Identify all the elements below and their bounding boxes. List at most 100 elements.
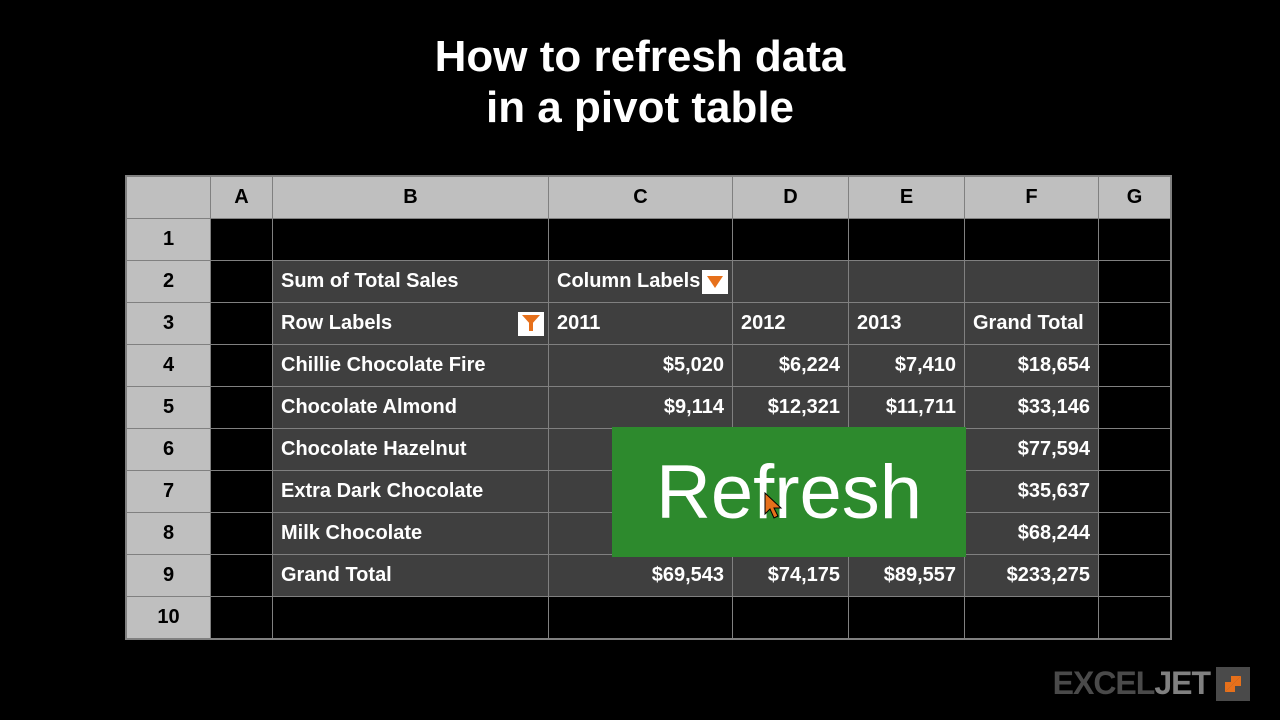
value-cell[interactable]: $9,114 (549, 387, 733, 429)
row-total-cell[interactable]: $33,146 (965, 387, 1099, 429)
cell[interactable] (733, 219, 849, 261)
product-name[interactable]: Chillie Chocolate Fire (273, 345, 549, 387)
row-4: 4 Chillie Chocolate Fire $5,020 $6,224 $… (127, 345, 1171, 387)
cell[interactable] (733, 261, 849, 303)
exceljet-logo: EXCELJET (1053, 665, 1250, 702)
sum-of-total-sales-label[interactable]: Sum of Total Sales (273, 261, 549, 303)
cell[interactable] (211, 555, 273, 597)
value-cell[interactable]: $6,224 (733, 345, 849, 387)
cell[interactable] (1099, 513, 1171, 555)
product-name[interactable]: Chocolate Hazelnut (273, 429, 549, 471)
product-name[interactable]: Chocolate Almond (273, 387, 549, 429)
col-header-D[interactable]: D (733, 177, 849, 219)
row-header-3[interactable]: 3 (127, 303, 211, 345)
cell[interactable] (849, 597, 965, 639)
cell[interactable] (965, 219, 1099, 261)
grand-total-y2[interactable]: $74,175 (733, 555, 849, 597)
row-2: 2 Sum of Total Sales Column Labels (127, 261, 1171, 303)
cell[interactable] (211, 597, 273, 639)
row-header-10[interactable]: 10 (127, 597, 211, 639)
cell[interactable] (1099, 471, 1171, 513)
column-labels-text: Column Labels (557, 270, 700, 292)
row-header-5[interactable]: 5 (127, 387, 211, 429)
column-filter-button[interactable] (702, 270, 728, 294)
product-name[interactable]: Extra Dark Chocolate (273, 471, 549, 513)
refresh-label: Refresh (656, 449, 922, 536)
row-1: 1 (127, 219, 1171, 261)
logo-arrow-icon (1216, 667, 1250, 701)
grand-total-y3[interactable]: $89,557 (849, 555, 965, 597)
year-2013-header[interactable]: 2013 (849, 303, 965, 345)
value-cell[interactable]: $7,410 (849, 345, 965, 387)
refresh-overlay-button[interactable]: Refresh (612, 427, 966, 557)
col-header-E[interactable]: E (849, 177, 965, 219)
row-total-cell[interactable]: $68,244 (965, 513, 1099, 555)
row-header-2[interactable]: 2 (127, 261, 211, 303)
logo-part1: EXCEL (1053, 665, 1155, 701)
cell[interactable] (211, 471, 273, 513)
cell[interactable] (211, 261, 273, 303)
row-total-cell[interactable]: $35,637 (965, 471, 1099, 513)
cell[interactable] (211, 345, 273, 387)
grand-total-row-label[interactable]: Grand Total (273, 555, 549, 597)
cell[interactable] (1099, 429, 1171, 471)
column-labels-cell[interactable]: Column Labels (549, 261, 733, 303)
cell[interactable] (549, 219, 733, 261)
col-header-G[interactable]: G (1099, 177, 1171, 219)
row-header-8[interactable]: 8 (127, 513, 211, 555)
cell[interactable] (273, 597, 549, 639)
value-cell[interactable]: $11,711 (849, 387, 965, 429)
col-header-A[interactable]: A (211, 177, 273, 219)
row-header-4[interactable]: 4 (127, 345, 211, 387)
value-cell[interactable]: $5,020 (549, 345, 733, 387)
row-total-cell[interactable]: $77,594 (965, 429, 1099, 471)
grand-total-total[interactable]: $233,275 (965, 555, 1099, 597)
cell[interactable] (1099, 597, 1171, 639)
row-filter-button[interactable] (518, 312, 544, 336)
cell[interactable] (549, 597, 733, 639)
row-total-cell[interactable]: $18,654 (965, 345, 1099, 387)
row-header-6[interactable]: 6 (127, 429, 211, 471)
cell[interactable] (1099, 261, 1171, 303)
cell[interactable] (211, 387, 273, 429)
value-cell[interactable]: $12,321 (733, 387, 849, 429)
col-header-C[interactable]: C (549, 177, 733, 219)
cell[interactable] (1099, 345, 1171, 387)
row-labels-text: Row Labels (281, 312, 392, 334)
cell[interactable] (1099, 219, 1171, 261)
year-2012-header[interactable]: 2012 (733, 303, 849, 345)
select-all-corner[interactable] (127, 177, 211, 219)
cell[interactable] (1099, 303, 1171, 345)
row-header-7[interactable]: 7 (127, 471, 211, 513)
page-title: How to refresh data in a pivot table (0, 0, 1280, 133)
row-header-9[interactable]: 9 (127, 555, 211, 597)
grand-total-y1[interactable]: $69,543 (549, 555, 733, 597)
cell[interactable] (211, 429, 273, 471)
chevron-down-icon (707, 276, 723, 288)
cell[interactable] (965, 261, 1099, 303)
cell[interactable] (211, 513, 273, 555)
cell[interactable] (965, 597, 1099, 639)
filter-icon (522, 315, 540, 333)
cell[interactable] (849, 219, 965, 261)
cell[interactable] (211, 219, 273, 261)
year-2011-header[interactable]: 2011 (549, 303, 733, 345)
col-header-B[interactable]: B (273, 177, 549, 219)
logo-part2: JET (1154, 665, 1210, 701)
cell[interactable] (211, 303, 273, 345)
cell[interactable] (849, 261, 965, 303)
product-name[interactable]: Milk Chocolate (273, 513, 549, 555)
row-9: 9 Grand Total $69,543 $74,175 $89,557 $2… (127, 555, 1171, 597)
cell[interactable] (273, 219, 549, 261)
row-3: 3 Row Labels 2011 2012 2013 Grand Total (127, 303, 1171, 345)
spreadsheet-grid[interactable]: A B C D E F G 1 2 Sum of Total Sales Col… (125, 175, 1172, 640)
logo-text: EXCELJET (1053, 665, 1210, 702)
cell[interactable] (1099, 555, 1171, 597)
col-header-F[interactable]: F (965, 177, 1099, 219)
row-labels-cell[interactable]: Row Labels (273, 303, 549, 345)
row-header-1[interactable]: 1 (127, 219, 211, 261)
grand-total-col-header[interactable]: Grand Total (965, 303, 1099, 345)
column-header-row: A B C D E F G (127, 177, 1171, 219)
cell[interactable] (733, 597, 849, 639)
cell[interactable] (1099, 387, 1171, 429)
